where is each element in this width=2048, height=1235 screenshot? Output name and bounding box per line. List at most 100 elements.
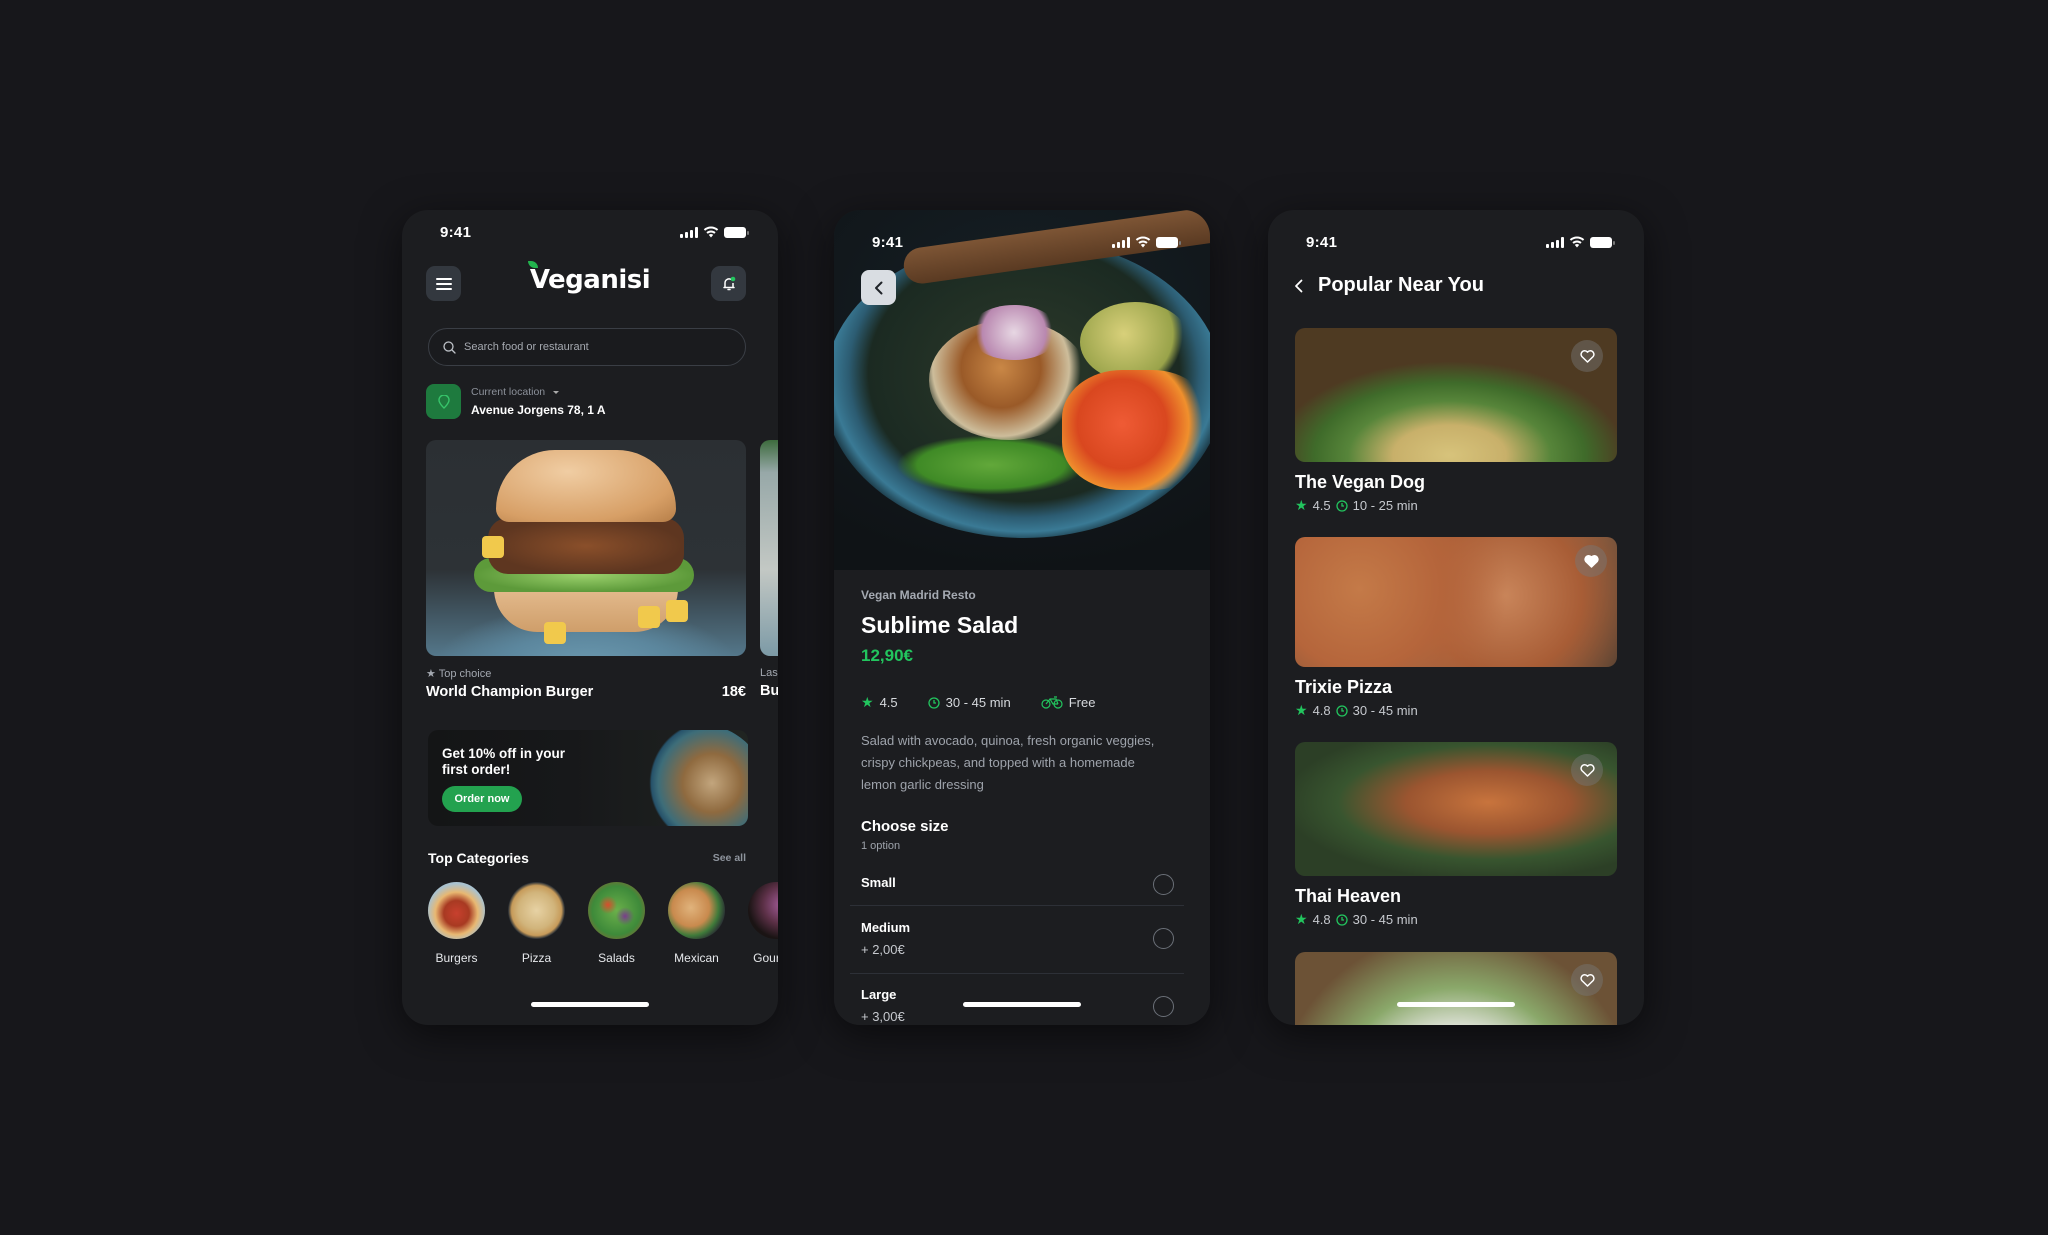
restaurant-card[interactable] [1295,952,1617,1025]
location-selector[interactable]: Current location [471,386,560,398]
category-mexican[interactable]: Mexican [668,882,725,965]
restaurant-name: The Vegan Dog [1295,472,1426,492]
featured-name: World Champion Burger [426,684,594,700]
restaurant-card[interactable]: Thai Heaven ★ 4.8 30 - 45 min [1295,742,1617,928]
featured-name: Bu [760,683,778,699]
category-gourmet[interactable]: Gourmet [748,882,778,965]
delivery-time: 30 - 45 min [945,695,1011,710]
dish-details: Vegan Madrid Resto Sublime Salad 12,90€ … [834,570,1210,1025]
category-label: Pizza [521,951,552,965]
delivery-time: 10 - 25 min [1352,498,1418,513]
option-label: Large [861,987,897,1002]
dish-price: 12,90€ [861,646,913,665]
location-address: Avenue Jorgens 78, 1 A [471,403,606,417]
heart-outline-icon [1579,349,1595,363]
category-salads[interactable]: Salads [588,882,645,965]
bicycle-icon [1041,696,1063,709]
size-option-medium[interactable]: Medium + 2,00€ [850,906,1184,974]
location-pin-icon [437,394,450,409]
restaurant-name: Trixie Pizza [1295,677,1393,697]
featured-image [426,440,746,656]
back-chevron-icon[interactable] [1294,279,1304,293]
home-indicator [963,1002,1081,1007]
rating: 4.8 [1312,703,1331,718]
category-pizza[interactable]: Pizza [508,882,565,965]
category-image [588,882,645,939]
featured-card[interactable]: ★ Top choice World Champion Burger 18€ [426,440,746,700]
restaurant-meta: ★ 4.5 10 - 25 min [1295,497,1617,514]
dish-title: Sublime Salad [861,612,1019,638]
category-label: Mexican [674,951,719,965]
category-label: Gourmet [753,951,778,965]
status-bar: 9:41 [1268,234,1644,258]
radio-button[interactable] [1153,928,1174,949]
restaurant-image [1295,742,1617,876]
wifi-icon [703,226,719,238]
favorite-button[interactable] [1571,754,1603,786]
option-label: Small [861,875,896,890]
delivery-time: 30 - 45 min [1352,912,1418,927]
signal-icon [1112,236,1130,248]
heart-filled-icon [1583,554,1599,568]
favorite-button[interactable] [1571,964,1603,996]
order-now-button[interactable]: Order now [442,786,522,812]
caret-down-icon [553,390,560,394]
clock-icon [927,696,940,709]
clock-icon [1335,499,1348,512]
featured-image [760,440,778,656]
status-icons [1112,236,1181,248]
category-image [508,882,565,939]
featured-card[interactable]: Las Bu [760,440,778,699]
promo-title: Get 10% off in your first order! [442,746,566,777]
restaurant-image [1295,328,1617,462]
restaurant-card[interactable]: The Vegan Dog ★ 4.5 10 - 25 min [1295,328,1617,514]
notifications-button[interactable] [711,266,746,301]
see-all-link[interactable]: See all [713,852,746,864]
favorite-button[interactable] [1575,545,1607,577]
status-icons [680,226,749,238]
status-icons [1546,236,1615,248]
category-image [748,882,778,939]
radio-button[interactable] [1153,996,1174,1017]
size-option-small[interactable]: Small [850,862,1184,906]
category-burgers[interactable]: Burgers [428,882,485,965]
radio-button[interactable] [1153,874,1174,895]
dish-meta: ★ 4.5 30 - 45 min Free [861,694,1095,711]
featured-tag: ★ Top choice [426,668,492,680]
size-option-large[interactable]: Large + 3,00€ [850,974,1184,1025]
heart-outline-icon [1579,763,1595,777]
signal-icon [1546,236,1564,248]
restaurant-name: Thai Heaven [1295,886,1402,906]
home-indicator [1397,1002,1515,1007]
category-label: Salads [598,951,635,965]
battery-icon [1590,236,1615,248]
location-label: Current location [471,386,546,398]
restaurant-card[interactable]: Trixie Pizza ★ 4.8 30 - 45 min [1295,537,1617,719]
restaurant-image [1295,952,1617,1025]
clock-icon [1335,704,1348,717]
search-bar[interactable] [428,328,746,366]
popular-screen: 9:41 Popular Near You The Vegan Dog ★ 4.… [1268,210,1644,1025]
delivery-time: 30 - 45 min [1352,703,1418,718]
page-title: Popular Near You [1318,274,1484,296]
clock-icon [1335,913,1348,926]
category-label: Burgers [435,951,478,965]
featured-tag: Las [760,667,778,679]
status-bar: 9:41 [402,224,778,248]
restaurant-name[interactable]: Vegan Madrid Resto [861,588,976,602]
star-icon: ★ [1295,497,1308,513]
favorite-button[interactable] [1571,340,1603,372]
rating: 4.8 [1312,912,1331,927]
rating: 4.5 [879,695,898,710]
star-icon: ★ [861,694,874,710]
promo-banner[interactable]: Get 10% off in your first order! Order n… [428,730,748,826]
bell-icon [722,276,735,290]
promo-image [634,730,748,826]
status-time: 9:41 [872,234,904,251]
category-list: Burgers Pizza Salads Mexican Gourmet [428,882,778,965]
chevron-left-icon [874,281,882,294]
status-time: 9:41 [440,224,472,241]
location-pin-button[interactable] [426,384,461,419]
back-button[interactable] [861,270,896,305]
search-input[interactable] [464,341,724,353]
